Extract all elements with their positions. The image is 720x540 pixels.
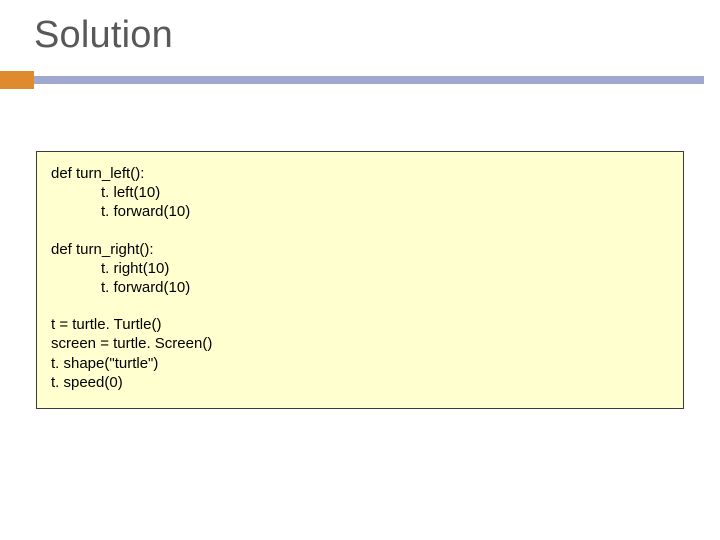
code-box: def turn_left(): t. left(10) t. forward(…	[36, 151, 684, 409]
accent-block	[0, 71, 34, 89]
slide: Solution def turn_left(): t. left(10) t.…	[0, 0, 720, 540]
title-rule	[0, 71, 720, 89]
horizontal-rule	[34, 76, 704, 84]
code-group-turn-right: def turn_right(): t. right(10) t. forwar…	[51, 240, 669, 298]
page-title: Solution	[0, 14, 720, 57]
code-group-setup: t = turtle. Turtle() screen = turtle. Sc…	[51, 315, 669, 392]
code-group-turn-left: def turn_left(): t. left(10) t. forward(…	[51, 164, 669, 222]
